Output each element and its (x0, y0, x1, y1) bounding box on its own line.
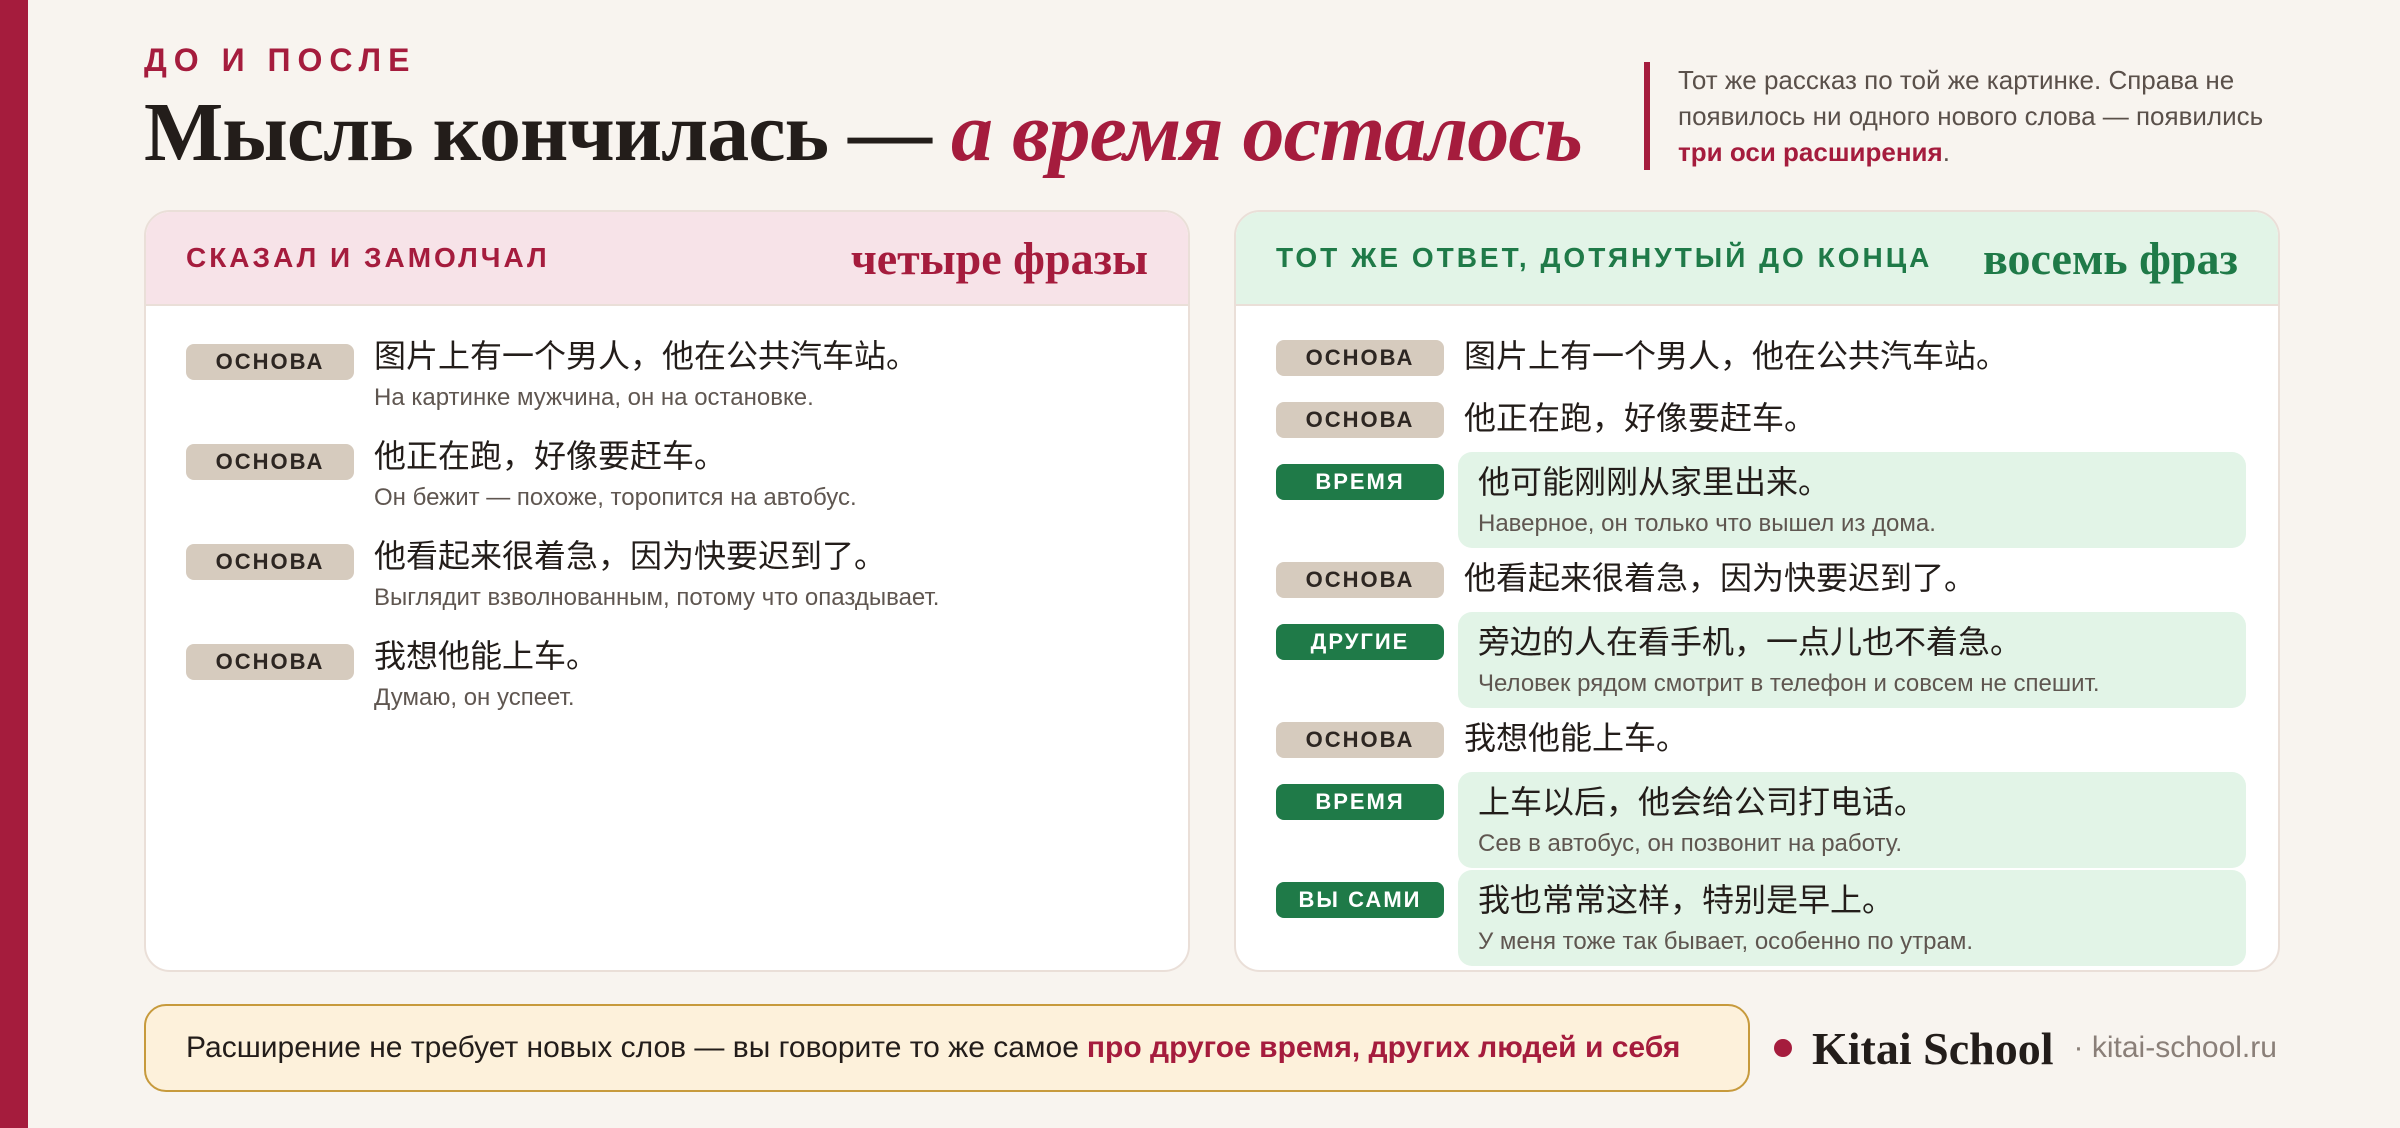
intro-text: Тот же рассказ по той же картинке. Справ… (1678, 65, 2264, 131)
phrase-translation: Выглядит взволнованным, потому что опазд… (374, 584, 940, 611)
before-panel-label: Сказал и замолчал (186, 242, 550, 273)
phrase-row-extended: Другие 旁边的人在看手机，一点儿也不着急。 Человек рядом с… (1276, 612, 2246, 708)
before-panel: Сказал и замолчал четыре фразы Основа 图片… (144, 210, 1190, 972)
phrase-row-extended: Время 上车以后，他会给公司打电话。 Сев в автобус, он п… (1276, 772, 2246, 868)
after-panel-header: Тот же ответ, дотянутый до конца восемь … (1236, 212, 2278, 306)
intro-end: . (1942, 137, 1950, 167)
phrase-chinese: 我想他能上车。 (1464, 719, 1689, 757)
phrase-tag: Вы сами (1276, 882, 1444, 918)
phrase-text: 我也常常这样，特别是早上。 У меня тоже так бывает, ос… (1458, 870, 2246, 966)
phrase-translation: У меня тоже так бывает, особенно по утра… (1478, 928, 1974, 955)
phrase-text: 他可能刚刚从家里出来。 Наверное, он только что выше… (1458, 452, 2246, 548)
phrase-translation: Думаю, он успеет. (374, 684, 575, 711)
phrase-row-extended: Вы сами 我也常常这样，特别是早上。 У меня тоже так бы… (1276, 870, 2246, 966)
phrase-chinese: 我也常常这样，特别是早上。 (1478, 881, 1895, 919)
phrase-text: 我想他能上车。 Думаю, он успеет. (374, 632, 1156, 714)
phrase-row: Основа 图片上有一个男人，他在公共汽车站。 (1276, 328, 2246, 388)
phrase-chinese: 图片上有一个男人，他在公共汽车站。 (1464, 337, 2009, 375)
phrase-text: 他看起来很着急，因为快要迟到了。 Выглядит взволнованным,… (374, 532, 1156, 614)
phrase-tag: Основа (1276, 722, 1444, 758)
phrase-row: Основа 我想他能上车。 (1276, 710, 2246, 770)
phrase-translation: Наверное, он только что вышел из дома. (1478, 510, 1936, 537)
phrase-text: 他看起来很着急，因为快要迟到了。 (1464, 550, 2246, 600)
after-panel-label: Тот же ответ, дотянутый до конца (1276, 242, 1933, 273)
phrase-tag: Основа (1276, 562, 1444, 598)
phrase-chinese: 图片上有一个男人，他在公共汽车站。 (374, 337, 919, 375)
phrase-chinese: 他正在跑，好像要赶车。 (1464, 399, 1817, 437)
phrase-translation: На картинке мужчина, он на остановке. (374, 384, 814, 411)
phrase-tag: Основа (186, 444, 354, 480)
phrase-row-extended: Время 他可能刚刚从家里出来。 Наверное, он только чт… (1276, 452, 2246, 548)
phrase-tag: Основа (186, 344, 354, 380)
intro-note: Тот же рассказ по той же картинке. Справ… (1644, 62, 2264, 170)
brand-url[interactable]: · kitai-school.ru (2074, 1031, 2277, 1065)
brand-dot-icon (1774, 1039, 1792, 1057)
phrase-text: 我想他能上车。 (1464, 710, 2246, 760)
phrase-row: Основа 他正在跑，好像要赶车。 (1276, 390, 2246, 450)
phrase-tag: Основа (186, 544, 354, 580)
brand-block: Kitai School · kitai-school.ru (1774, 1016, 2277, 1080)
phrase-row: Основа 他正在跑，好像要赶车。 Он бежит — похоже, то… (186, 432, 1156, 514)
page-title: Мысль кончилась — а время осталось (144, 84, 1583, 181)
phrase-text: 上车以后，他会给公司打电话。 Сев в автобус, он позвони… (1458, 772, 2246, 868)
after-panel: Тот же ответ, дотянутый до конца восемь … (1234, 210, 2280, 972)
phrase-translation: Человек рядом смотрит в телефон и совсем… (1478, 670, 2100, 697)
after-phrase-list: Основа 图片上有一个男人，他在公共汽车站。 Основа 他正在跑，好像要… (1236, 306, 2278, 966)
phrase-chinese: 我想他能上车。 (374, 637, 599, 675)
phrase-tag: Время (1276, 464, 1444, 500)
phrase-row: Основа 他看起来很着急，因为快要迟到了。 Выглядит взволно… (186, 532, 1156, 614)
phrase-row: Основа 他看起来很着急，因为快要迟到了。 (1276, 550, 2246, 610)
phrase-text: 图片上有一个男人，他在公共汽车站。 На картинке мужчина, о… (374, 332, 1156, 414)
phrase-tag: Другие (1276, 624, 1444, 660)
phrase-text: 图片上有一个男人，他在公共汽车站。 (1464, 328, 2246, 378)
before-panel-count: четыре фразы (850, 232, 1148, 284)
phrase-translation: Сев в автобус, он позвонит на работу. (1478, 830, 1902, 857)
phrase-tag: Основа (186, 644, 354, 680)
phrase-chinese: 他可能刚刚从家里出来。 (1478, 463, 1831, 501)
eyebrow-label: До и после (144, 42, 417, 78)
phrase-text: 他正在跑，好像要赶车。 (1464, 390, 2246, 440)
phrase-translation: Он бежит — похоже, торопится на автобус. (374, 484, 857, 511)
phrase-chinese: 上车以后，他会给公司打电话。 (1478, 783, 1927, 821)
phrase-text: 他正在跑，好像要赶车。 Он бежит — похоже, торопится… (374, 432, 1156, 514)
title-accent: а время осталось (951, 86, 1583, 179)
brand-name: Kitai School (1812, 1022, 2054, 1074)
after-panel-count: восемь фраз (1983, 232, 2238, 284)
phrase-tag: Основа (1276, 402, 1444, 438)
phrase-chinese: 他正在跑，好像要赶车。 (374, 437, 727, 475)
title-main: Мысль кончилась — (144, 86, 932, 179)
summary-highlight: про другое время, других людей и себя (1086, 1031, 1681, 1064)
phrase-tag: Время (1276, 784, 1444, 820)
phrase-text: 旁边的人在看手机，一点儿也不着急。 Человек рядом смотрит … (1458, 612, 2246, 708)
accent-side-bar (0, 0, 28, 1128)
summary-callout: Расширение не требует новых слов — вы го… (144, 1004, 1750, 1092)
before-phrase-list: Основа 图片上有一个男人，他在公共汽车站。 На картинке муж… (146, 306, 1188, 714)
phrase-chinese: 他看起来很着急，因为快要迟到了。 (374, 537, 887, 575)
before-panel-header: Сказал и замолчал четыре фразы (146, 212, 1188, 306)
phrase-row: Основа 我想他能上车。 Думаю, он успеет. (186, 632, 1156, 714)
phrase-row: Основа 图片上有一个男人，他在公共汽车站。 На картинке муж… (186, 332, 1156, 414)
summary-text: Расширение не требует новых слов — вы го… (186, 1031, 1079, 1064)
phrase-chinese: 旁边的人在看手机，一点儿也不着急。 (1478, 623, 2023, 661)
phrase-chinese: 他看起来很着急，因为快要迟到了。 (1464, 559, 1977, 597)
phrase-tag: Основа (1276, 340, 1444, 376)
intro-highlight: три оси расширения (1678, 137, 1943, 167)
